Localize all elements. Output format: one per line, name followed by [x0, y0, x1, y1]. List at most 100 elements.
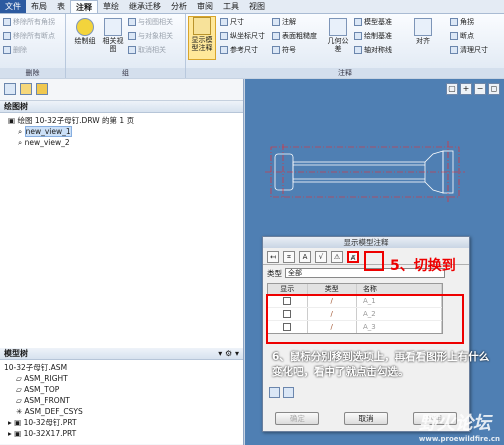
model-tree-root[interactable]: 10-32子母钉.ASM: [0, 362, 243, 373]
cleanup-dimensions-button[interactable]: 清理尺寸: [450, 45, 488, 55]
related-view-icon: [104, 18, 122, 36]
tab-tools[interactable]: 工具: [218, 0, 244, 13]
watermark-url: www.proewildfire.cn: [418, 435, 500, 443]
delete-group: 移除所有角拐 移除所有断点 删除 删除: [0, 14, 66, 78]
layer-tree-icon[interactable]: [4, 83, 16, 95]
tab-notes-icon[interactable]: A: [299, 251, 311, 263]
left-panel: 绘图树 ▣ 绘图 10-32子母钉.DRW 的第 1 页 ⌕ new_view_…: [0, 79, 244, 445]
tree-item-view-1[interactable]: ⌕ new_view_1: [0, 126, 243, 137]
related-view-button[interactable]: 相关视图: [100, 18, 126, 53]
tree-item-view-2[interactable]: ⌕ new_view_2: [0, 137, 243, 148]
navigator-tabs: [0, 79, 243, 101]
unrelate-button[interactable]: 取消相关: [128, 45, 166, 55]
model-tree-header[interactable]: 模型树 ▾ ⚙ ▾: [0, 348, 243, 360]
tab-legacy-migration[interactable]: 继承迁移: [124, 0, 166, 13]
model-tree-item-top[interactable]: ▱ ASM_TOP: [0, 384, 243, 395]
ordinate-dimension-button[interactable]: 纵坐标尺寸: [220, 31, 265, 41]
model-tree-item-part-2[interactable]: ▸ ▣ 10-32X17.PRT: [0, 428, 243, 439]
jog-icon: [450, 18, 458, 26]
col-name: 名称: [357, 284, 442, 294]
draw-group-icon: [76, 18, 94, 36]
select-all-icon[interactable]: [269, 387, 280, 398]
reference-dimension-button[interactable]: 参考尺寸: [220, 45, 258, 55]
col-show: 显示: [268, 284, 308, 294]
tab-symbols-icon[interactable]: ⚠: [331, 251, 343, 263]
symbol-button[interactable]: 符号: [272, 45, 296, 55]
break-button[interactable]: 断点: [450, 31, 474, 41]
arrange-button[interactable]: 对齐: [412, 18, 434, 45]
tab-sketch[interactable]: 草绘: [98, 0, 124, 13]
relate-object-icon: [128, 32, 136, 40]
show-model-annotations-button[interactable]: 显示模型注释: [188, 16, 216, 60]
surface-finish-button[interactable]: 表面粗糙度: [272, 31, 317, 41]
ribbon: 移除所有角拐 移除所有断点 删除 删除 绘制组 相关视图 与视图相关 与对象相关…: [0, 14, 504, 78]
draw-group-button[interactable]: 绘制组: [72, 18, 98, 45]
table-header: 显示 类型 名称: [268, 284, 442, 294]
symbol-icon: [272, 46, 280, 54]
model-tree-settings-icon[interactable]: ▾ ⚙ ▾: [218, 348, 239, 359]
step5-annotation: 5、切换到: [390, 258, 456, 274]
relate-to-object-button[interactable]: 与对象相关: [128, 31, 173, 41]
unrelate-icon: [128, 46, 136, 54]
datum-plane-icon: ▱: [16, 374, 25, 383]
drawing-tree: ▣ 绘图 10-32子母钉.DRW 的第 1 页 ⌕ new_view_1 ⌕ …: [0, 113, 243, 348]
axis-symmetry-line-button[interactable]: 轴对称线: [354, 45, 392, 55]
tab-file[interactable]: 文件: [0, 0, 26, 13]
axis-symmetry-icon: [354, 46, 362, 54]
relate-view-icon: [128, 18, 136, 26]
relate-to-view-button[interactable]: 与视图相关: [128, 17, 173, 27]
tab-view[interactable]: 视图: [244, 0, 270, 13]
model-tree: 10-32子母钉.ASM ▱ ASM_RIGHT ▱ ASM_TOP ▱ ASM…: [0, 360, 243, 444]
jog-button[interactable]: 角拐: [450, 17, 474, 27]
delete-button[interactable]: 删除: [3, 45, 27, 55]
datum-plane-icon: ▱: [16, 396, 25, 405]
deselect-all-icon[interactable]: [283, 387, 294, 398]
group-label-annotate: 注释: [186, 68, 504, 78]
tab-layout[interactable]: 布局: [26, 0, 52, 13]
tab-review[interactable]: 审阅: [192, 0, 218, 13]
tab-analysis[interactable]: 分析: [166, 0, 192, 13]
part-icon: ▸ ▣: [8, 418, 24, 427]
geometric-tolerance-icon: [329, 18, 347, 36]
model-tree-item-csys[interactable]: ✳ ASM_DEF_CSYS: [0, 406, 243, 417]
cleanup-icon: [450, 46, 458, 54]
ordinate-icon: [220, 32, 228, 40]
ok-button[interactable]: 确定: [275, 412, 320, 425]
model-datum-icon: [354, 18, 362, 26]
draw-datum-button[interactable]: 绘制基准: [354, 31, 392, 41]
cancel-button[interactable]: 取消: [343, 412, 388, 425]
dialog-title: 显示模型注释: [263, 237, 469, 248]
note-button[interactable]: 注解: [272, 17, 296, 27]
dimension-button[interactable]: 尺寸: [220, 17, 244, 27]
draw-datum-icon: [354, 32, 362, 40]
watermark: 野火论坛 www.proewildfire.cn: [419, 409, 500, 443]
remove-all-breaks-button[interactable]: 移除所有断点: [3, 31, 55, 41]
select-buttons: [269, 387, 294, 398]
group-label-group: 组: [66, 68, 185, 78]
delete-icon: [3, 46, 11, 54]
dimension-icon: [220, 18, 228, 26]
tab-surface-finish-icon[interactable]: √: [315, 251, 327, 263]
folder-browser-icon[interactable]: [20, 83, 32, 95]
note-icon: [272, 18, 280, 26]
model-tree-item-part-1[interactable]: ▸ ▣ 10-32母钉.PRT: [0, 417, 243, 428]
remove-all-jogs-button[interactable]: 移除所有角拐: [3, 17, 55, 27]
annotate-group: 显示模型注释 尺寸 纵坐标尺寸 参考尺寸 注解 表面粗糙度 符号 几何公差 模型…: [186, 14, 504, 78]
model-tree-item-right[interactable]: ▱ ASM_RIGHT: [0, 373, 243, 384]
model-tree-item-front[interactable]: ▱ ASM_FRONT: [0, 395, 243, 406]
geometric-tolerance-button[interactable]: 几何公差: [326, 18, 350, 53]
view-icon: ⌕: [18, 127, 25, 136]
favorites-icon[interactable]: [36, 83, 48, 95]
part-icon: ▸ ▣: [8, 429, 24, 438]
drawing-tree-root[interactable]: ▣ 绘图 10-32子母钉.DRW 的第 1 页: [0, 115, 243, 126]
tab-dimensions-icon[interactable]: ↤: [267, 251, 279, 263]
center-lines: [265, 141, 465, 203]
tab-table[interactable]: 表: [52, 0, 70, 13]
drawing-tree-header[interactable]: 绘图树: [0, 101, 243, 113]
tab-datums-icon[interactable]: Ⱥ: [347, 251, 359, 263]
highlight-rows: [266, 294, 464, 344]
tab-gtol-icon[interactable]: ⌗: [283, 251, 295, 263]
watermark-main: 野火论坛: [418, 413, 491, 434]
model-datum-button[interactable]: 模型基准: [354, 17, 392, 27]
tab-annotate[interactable]: 注释: [70, 0, 98, 13]
